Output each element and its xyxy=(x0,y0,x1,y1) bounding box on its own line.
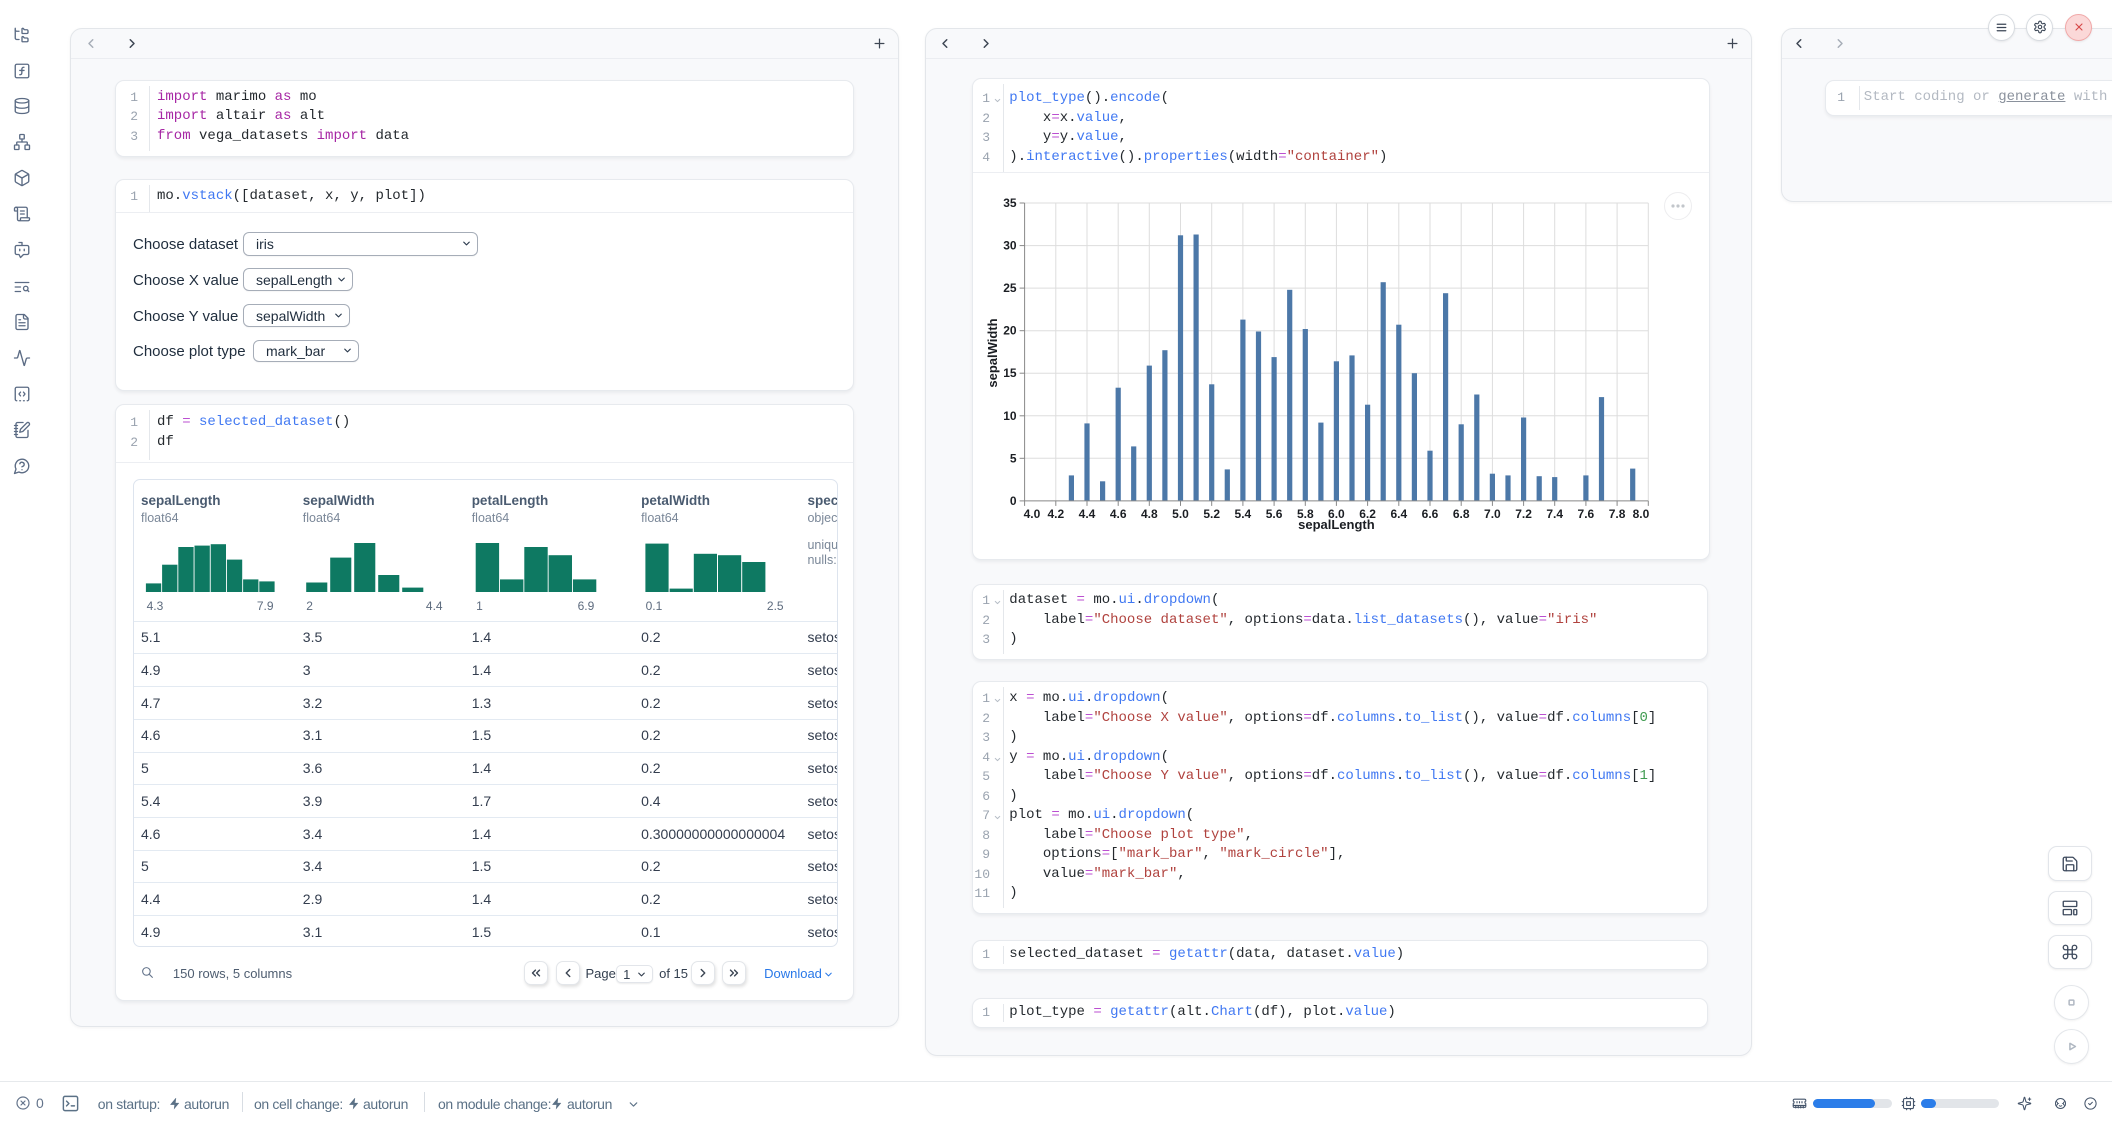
svg-text:4.4: 4.4 xyxy=(426,599,443,613)
svg-text:25: 25 xyxy=(1003,281,1017,295)
svg-text:0.1: 0.1 xyxy=(646,599,663,613)
svg-text:30: 30 xyxy=(1003,239,1017,253)
svg-text:sepalWidth: sepalWidth xyxy=(985,318,1000,387)
svg-text:7.2: 7.2 xyxy=(1515,507,1532,521)
svg-text:5.0: 5.0 xyxy=(1172,507,1189,521)
svg-text:5: 5 xyxy=(1010,451,1017,465)
svg-text:4.2: 4.2 xyxy=(1047,507,1064,521)
svg-text:7.4: 7.4 xyxy=(1546,507,1563,521)
svg-text:5.6: 5.6 xyxy=(1266,507,1283,521)
svg-text:7.0: 7.0 xyxy=(1484,507,1501,521)
svg-text:4.8: 4.8 xyxy=(1141,507,1158,521)
svg-text:6.9: 6.9 xyxy=(578,599,595,613)
svg-text:4.0: 4.0 xyxy=(1024,507,1041,521)
svg-text:35: 35 xyxy=(1003,196,1017,210)
svg-text:8.0: 8.0 xyxy=(1633,507,1650,521)
svg-text:20: 20 xyxy=(1003,324,1017,338)
svg-text:5.2: 5.2 xyxy=(1203,507,1220,521)
svg-text:15: 15 xyxy=(1003,366,1017,380)
svg-text:4.3: 4.3 xyxy=(147,599,164,613)
svg-text:7.6: 7.6 xyxy=(1578,507,1595,521)
svg-text:7.9: 7.9 xyxy=(257,599,274,613)
svg-text:4.6: 4.6 xyxy=(1110,507,1127,521)
svg-text:sepalLength: sepalLength xyxy=(1298,517,1375,532)
svg-text:6.6: 6.6 xyxy=(1422,507,1439,521)
svg-text:5.4: 5.4 xyxy=(1235,507,1252,521)
svg-text:4.4: 4.4 xyxy=(1079,507,1096,521)
svg-text:6.8: 6.8 xyxy=(1453,507,1470,521)
svg-text:10: 10 xyxy=(1003,409,1017,423)
svg-text:0: 0 xyxy=(1010,494,1017,508)
svg-text:1: 1 xyxy=(476,599,483,613)
svg-text:2.5: 2.5 xyxy=(767,599,784,613)
svg-text:7.8: 7.8 xyxy=(1609,507,1626,521)
svg-text:2: 2 xyxy=(307,599,314,613)
svg-text:6.4: 6.4 xyxy=(1390,507,1407,521)
